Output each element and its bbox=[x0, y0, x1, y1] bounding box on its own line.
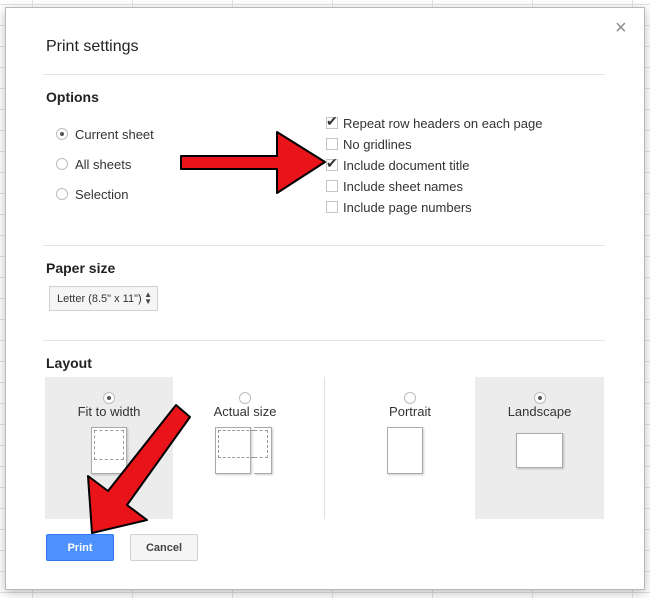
layout-fit-to-width[interactable]: Fit to width bbox=[45, 377, 173, 519]
dialog-title: Print settings bbox=[46, 38, 139, 55]
layout-portrait[interactable]: Portrait bbox=[346, 377, 474, 519]
paper-size-heading: Paper size bbox=[46, 260, 116, 276]
divider bbox=[43, 245, 605, 246]
checkbox-label: Include document title bbox=[343, 157, 470, 173]
divider bbox=[324, 377, 325, 519]
radio-label: Selection bbox=[75, 186, 129, 202]
radio-label: All sheets bbox=[75, 156, 132, 172]
layout-option-label: Fit to width bbox=[77, 404, 141, 419]
content-area-dashed bbox=[218, 430, 254, 458]
radio-button[interactable] bbox=[56, 188, 68, 200]
portrait-page-icon bbox=[387, 427, 423, 474]
content-area-dashed bbox=[94, 430, 124, 460]
radio-current-sheet[interactable]: Current sheet bbox=[56, 125, 154, 143]
print-settings-dialog: × Print settings Options Current sheet A… bbox=[5, 7, 645, 590]
checkbox-repeat-row-headers[interactable]: ✔ Repeat row headers on each page bbox=[326, 113, 543, 131]
layout-option-label: Actual size bbox=[213, 404, 277, 419]
checkbox[interactable] bbox=[326, 201, 338, 213]
checkbox-no-gridlines[interactable]: No gridlines bbox=[326, 136, 412, 152]
page-preview-icon bbox=[254, 427, 272, 474]
options-heading: Options bbox=[46, 89, 99, 105]
radio-button[interactable] bbox=[56, 158, 68, 170]
radio-button[interactable] bbox=[404, 392, 416, 404]
print-button[interactable]: Print bbox=[46, 534, 114, 561]
content-area-dashed bbox=[254, 430, 268, 458]
divider bbox=[43, 74, 605, 75]
checkbox-include-document-title[interactable]: ✔ Include document title bbox=[326, 155, 470, 173]
radio-selection[interactable]: Selection bbox=[56, 185, 128, 203]
layout-landscape[interactable]: Landscape bbox=[475, 377, 604, 519]
checkbox[interactable] bbox=[326, 138, 338, 150]
layout-option-label: Landscape bbox=[507, 404, 572, 419]
checkbox-label: Include sheet names bbox=[343, 178, 463, 194]
cancel-button[interactable]: Cancel bbox=[130, 534, 198, 561]
checkbox-label: No gridlines bbox=[343, 136, 412, 152]
layout-heading: Layout bbox=[46, 355, 92, 371]
radio-button-selected[interactable] bbox=[533, 392, 546, 404]
paper-size-select[interactable]: Letter (8.5" x 11") ▲ ▼ bbox=[49, 286, 158, 311]
landscape-page-icon bbox=[516, 433, 563, 468]
checkbox[interactable]: ✔ bbox=[326, 113, 338, 129]
close-icon[interactable]: × bbox=[615, 18, 627, 38]
checkmark-icon: ✔ bbox=[326, 155, 338, 171]
page-preview-icon bbox=[91, 427, 127, 474]
radio-label: Current sheet bbox=[75, 126, 154, 142]
layout-actual-size[interactable]: Actual size bbox=[187, 377, 303, 519]
divider bbox=[43, 340, 605, 341]
checkbox-label: Include page numbers bbox=[343, 199, 472, 215]
checkbox-label: Repeat row headers on each page bbox=[343, 115, 543, 131]
layout-option-label: Portrait bbox=[389, 404, 431, 419]
paper-size-value: Letter (8.5" x 11") bbox=[57, 292, 142, 305]
checkbox[interactable]: ✔ bbox=[326, 155, 338, 171]
checkmark-icon: ✔ bbox=[326, 113, 338, 129]
radio-button[interactable] bbox=[239, 392, 251, 404]
radio-all-sheets[interactable]: All sheets bbox=[56, 155, 131, 173]
checkbox[interactable] bbox=[326, 180, 338, 192]
checkbox-include-sheet-names[interactable]: Include sheet names bbox=[326, 178, 463, 194]
page-preview-icon bbox=[215, 427, 254, 474]
radio-button-selected[interactable] bbox=[103, 392, 115, 404]
radio-button-selected[interactable] bbox=[56, 128, 68, 140]
up-down-arrows-icon: ▲ ▼ bbox=[144, 290, 152, 306]
checkbox-include-page-numbers[interactable]: Include page numbers bbox=[326, 199, 472, 215]
